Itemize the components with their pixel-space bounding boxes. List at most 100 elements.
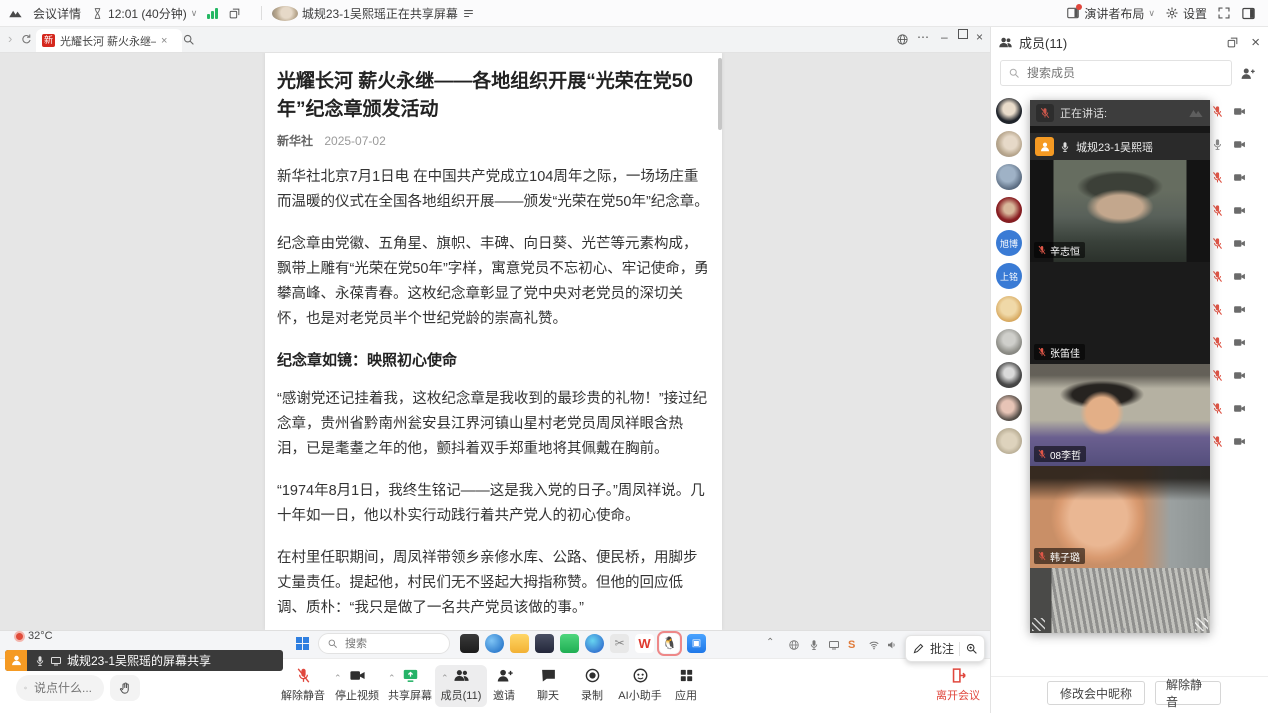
video-name-tag: 韩子璐 xyxy=(1034,548,1085,564)
meeting-details-button[interactable]: 会议详情 xyxy=(33,5,81,22)
camera-icon[interactable] xyxy=(1233,369,1246,382)
camera-icon[interactable] xyxy=(1233,204,1246,217)
browser-tab[interactable]: 新 光耀长河 薪火永继——各地… × xyxy=(36,29,182,52)
refresh-icon[interactable] xyxy=(20,33,33,46)
unmute-button[interactable]: 解除静音 xyxy=(275,667,331,703)
settings-button[interactable]: 设置 xyxy=(1165,5,1207,22)
meeting-app-icon[interactable]: ▣ xyxy=(687,634,706,653)
mic-muted-icon[interactable] xyxy=(1211,237,1224,250)
leave-meeting-button[interactable]: 离开会议 xyxy=(928,667,988,703)
video-tile[interactable]: 韩子璐 xyxy=(1030,466,1210,568)
smiley-icon[interactable] xyxy=(24,681,27,695)
camera-icon[interactable] xyxy=(1233,105,1246,118)
mic-muted-icon[interactable] xyxy=(1211,105,1224,118)
member-avatar xyxy=(996,164,1022,190)
chevron-up-icon[interactable]: ⌃ xyxy=(388,673,396,684)
video-tile[interactable]: 张笛佳 xyxy=(1030,262,1210,364)
browser-app-icon[interactable] xyxy=(485,634,504,653)
popout-icon[interactable] xyxy=(228,7,241,20)
mic-muted-icon[interactable] xyxy=(1211,204,1224,217)
panel-unmute-button[interactable]: 解除静音 xyxy=(1155,681,1221,705)
apps-button[interactable]: 应用 xyxy=(661,667,711,703)
mic-muted-icon[interactable] xyxy=(1211,369,1224,382)
browser-globe-icon[interactable] xyxy=(896,33,909,46)
window-minimize-icon[interactable]: – xyxy=(941,30,948,44)
taskbar-search-input[interactable] xyxy=(343,637,427,651)
tray-icon-1[interactable] xyxy=(788,637,800,651)
member-search-box[interactable] xyxy=(1000,60,1232,86)
window-close-icon[interactable]: × xyxy=(976,30,983,44)
annotate-label[interactable]: 批注 xyxy=(930,640,954,657)
camera-icon[interactable] xyxy=(1233,171,1246,184)
tray-icon-4[interactable]: S xyxy=(848,637,855,651)
file-explorer-icon[interactable] xyxy=(510,634,529,653)
page-scrollbar[interactable] xyxy=(718,58,722,130)
toggle-panel-button[interactable] xyxy=(1241,6,1256,21)
layout-button[interactable]: 演讲者布局 ∨ xyxy=(1066,5,1155,22)
mic-muted-icon[interactable] xyxy=(1211,303,1224,316)
camera-icon[interactable] xyxy=(1233,138,1246,151)
change-nickname-button[interactable]: 修改会中昵称 xyxy=(1047,681,1145,705)
wechat-app-icon[interactable] xyxy=(560,634,579,653)
chat-button[interactable]: 聊天 xyxy=(523,667,573,703)
sharing-list-icon[interactable] xyxy=(462,7,475,20)
mic-muted-icon[interactable] xyxy=(1211,171,1224,184)
windows-start-button[interactable] xyxy=(296,637,309,650)
dark-app-icon[interactable] xyxy=(535,634,554,653)
camera-icon[interactable] xyxy=(1233,237,1246,250)
browser-more-icon[interactable]: ⋯ xyxy=(917,30,930,44)
edge-app-icon[interactable] xyxy=(585,634,604,653)
sharer-badge-icon xyxy=(5,650,27,671)
quick-chat-input[interactable] xyxy=(32,680,96,696)
mic-muted-icon[interactable] xyxy=(1211,270,1224,283)
tab-search-icon[interactable] xyxy=(182,33,195,46)
taskbar-weather-widget[interactable]: 32°C xyxy=(14,630,53,642)
timer-group[interactable]: 12:01 (40分钟) ∨ xyxy=(91,5,197,22)
wifi-icon[interactable] xyxy=(868,637,880,651)
invite-button[interactable]: 邀请 xyxy=(479,667,529,703)
camera-icon[interactable] xyxy=(1233,270,1246,283)
mic-muted-icon[interactable] xyxy=(1211,435,1224,448)
panel-close-icon[interactable]: × xyxy=(1251,34,1260,51)
volume-icon[interactable] xyxy=(886,637,898,651)
snip-app-icon[interactable]: ✂ xyxy=(610,634,629,653)
qq-app-icon[interactable]: 🐧 xyxy=(660,634,679,653)
taskview-app-icon[interactable] xyxy=(460,634,479,653)
camera-icon[interactable] xyxy=(1233,303,1246,316)
camera-icon[interactable] xyxy=(1233,435,1246,448)
raise-hand-button[interactable] xyxy=(110,675,140,701)
video-tile[interactable]: 08李哲 xyxy=(1030,364,1210,466)
resize-handle[interactable] xyxy=(1032,618,1045,631)
add-member-icon[interactable] xyxy=(1240,66,1255,81)
person-add-icon xyxy=(496,667,513,684)
sharer-row[interactable]: 城规23-1吴熙瑶 xyxy=(1030,133,1210,160)
tray-icon-3[interactable] xyxy=(828,637,840,651)
fullscreen-button[interactable] xyxy=(1217,6,1231,20)
mic-muted-icon[interactable] xyxy=(1211,402,1224,415)
record-button[interactable]: 录制 xyxy=(567,667,617,703)
mic-muted-icon[interactable] xyxy=(1211,336,1224,349)
window-restore-icon[interactable] xyxy=(958,29,968,39)
chevron-up-icon[interactable]: ⌃ xyxy=(334,673,342,684)
resize-handle[interactable] xyxy=(1195,618,1208,631)
back-icon[interactable]: › xyxy=(8,31,12,46)
mic-icon[interactable] xyxy=(1211,138,1224,151)
quick-chat-pill[interactable] xyxy=(16,675,104,701)
panel-popout-icon[interactable] xyxy=(1226,36,1239,49)
video-tile[interactable] xyxy=(1030,568,1210,633)
taskbar-search[interactable] xyxy=(318,633,450,654)
tray-icon-2[interactable] xyxy=(808,637,820,651)
tray-chevron-icon[interactable]: ⌃ xyxy=(766,637,774,648)
member-search-input[interactable] xyxy=(1025,65,1199,81)
camera-icon[interactable] xyxy=(1233,336,1246,349)
video-dock[interactable]: 正在讲话: 城规23-1吴熙瑶 辛志恒 张笛佳 08李哲 韩子璐 xyxy=(1030,100,1210,633)
screen-icon xyxy=(50,655,62,667)
zoom-in-icon[interactable] xyxy=(965,642,978,655)
chevron-up-icon[interactable]: ⌃ xyxy=(441,673,449,684)
wps-app-icon[interactable]: W xyxy=(635,634,654,653)
camera-icon[interactable] xyxy=(1233,402,1246,415)
pen-icon[interactable] xyxy=(912,642,925,655)
tab-close-icon[interactable]: × xyxy=(161,35,167,47)
video-tile[interactable]: 辛志恒 xyxy=(1030,160,1210,262)
member-avatar xyxy=(996,98,1022,124)
